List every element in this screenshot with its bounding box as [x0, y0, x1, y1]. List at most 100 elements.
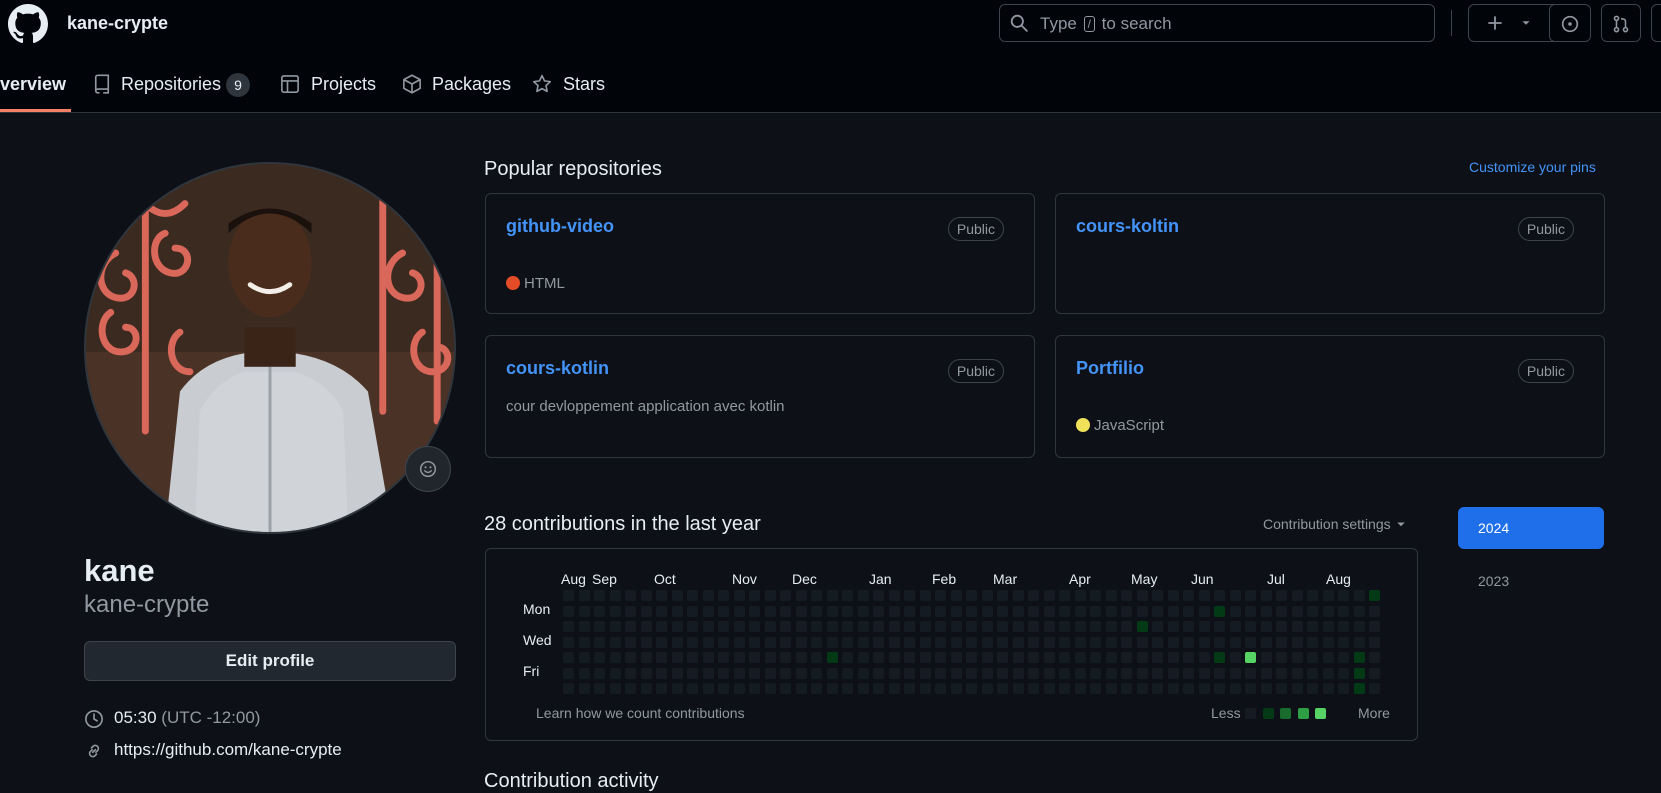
contribution-day-cell[interactable]	[764, 605, 776, 617]
contribution-day-cell[interactable]	[780, 621, 791, 632]
contribution-day-cell[interactable]	[609, 590, 621, 601]
contribution-day-cell[interactable]	[1043, 605, 1055, 617]
contribution-day-cell[interactable]	[1183, 621, 1194, 632]
contribution-day-cell[interactable]	[1307, 683, 1318, 694]
contribution-day-cell[interactable]	[625, 652, 636, 663]
contribution-day-cell[interactable]	[718, 652, 729, 663]
contribution-day-cell[interactable]	[1059, 590, 1070, 601]
contribution-day-cell[interactable]	[826, 605, 838, 617]
contribution-day-cell[interactable]	[981, 590, 993, 601]
contribution-day-cell[interactable]	[795, 683, 807, 694]
contribution-day-cell[interactable]	[1198, 590, 1210, 601]
contribution-day-cell[interactable]	[656, 636, 667, 648]
contribution-day-cell[interactable]	[1291, 683, 1303, 694]
contribution-day-cell[interactable]	[1043, 590, 1055, 601]
tab-packages[interactable]: Packages	[402, 60, 512, 112]
contribution-day-cell[interactable]	[749, 590, 760, 601]
contribution-day-cell[interactable]	[594, 636, 605, 648]
contribution-day-cell[interactable]	[1043, 683, 1055, 694]
contribution-day-cell[interactable]	[795, 636, 807, 648]
contribution-day-cell[interactable]	[1090, 652, 1101, 663]
contribution-day-cell[interactable]	[625, 605, 636, 617]
contribution-day-cell[interactable]	[935, 621, 946, 632]
contribution-day-cell[interactable]	[1260, 605, 1272, 617]
contribution-day-cell[interactable]	[1136, 590, 1148, 601]
contribution-day-cell[interactable]	[656, 621, 667, 632]
contribution-day-cell[interactable]	[981, 605, 993, 617]
contribution-day-cell[interactable]	[1012, 652, 1024, 663]
contribution-day-cell[interactable]	[609, 621, 621, 632]
year-2024-button[interactable]: 2024	[1458, 507, 1604, 549]
contribution-day-cell[interactable]	[733, 636, 745, 648]
contribution-day-cell[interactable]	[1214, 636, 1225, 648]
contribution-day-cell[interactable]	[1229, 605, 1241, 617]
contribution-day-cell[interactable]	[1090, 636, 1101, 648]
contribution-day-cell[interactable]	[1245, 605, 1256, 617]
contribution-day-cell[interactable]	[919, 605, 931, 617]
contribution-day-cell[interactable]	[780, 683, 791, 694]
contribution-day-cell[interactable]	[826, 683, 838, 694]
contribution-day-cell[interactable]	[1338, 683, 1349, 694]
contribution-day-cell[interactable]	[1136, 652, 1148, 663]
contribution-day-cell[interactable]	[1136, 683, 1148, 694]
contribution-day-cell[interactable]	[1028, 683, 1039, 694]
contribution-day-cell[interactable]	[950, 621, 962, 632]
contribution-day-cell[interactable]	[625, 590, 636, 601]
contribution-day-cell[interactable]	[1369, 652, 1380, 663]
avatar[interactable]	[84, 162, 456, 534]
contribution-day-cell[interactable]	[656, 605, 667, 617]
contribution-day-cell[interactable]	[1369, 621, 1380, 632]
inbox-button[interactable]	[1651, 4, 1661, 42]
contribution-day-cell[interactable]	[1136, 605, 1148, 617]
contribution-day-cell[interactable]	[1307, 636, 1318, 648]
contribution-day-cell[interactable]	[640, 590, 652, 601]
contribution-day-cell[interactable]	[795, 667, 807, 679]
contribution-day-cell[interactable]	[1059, 621, 1070, 632]
contribution-day-cell[interactable]	[1074, 621, 1086, 632]
contribution-day-cell[interactable]	[1183, 636, 1194, 648]
set-status-button[interactable]	[405, 446, 451, 492]
contribution-day-cell[interactable]	[1276, 605, 1287, 617]
contribution-day-cell[interactable]	[997, 590, 1008, 601]
contribution-day-cell[interactable]	[966, 683, 977, 694]
contribution-day-cell[interactable]	[1276, 652, 1287, 663]
contribution-day-cell[interactable]	[718, 667, 729, 679]
contribution-day-cell[interactable]	[749, 667, 760, 679]
contribution-day-cell[interactable]	[1245, 652, 1256, 663]
contribution-day-cell[interactable]	[1322, 636, 1334, 648]
contribution-day-cell[interactable]	[888, 683, 900, 694]
contribution-day-cell[interactable]	[687, 590, 698, 601]
contribution-day-cell[interactable]	[1291, 667, 1303, 679]
contribution-day-cell[interactable]	[935, 683, 946, 694]
contribution-day-cell[interactable]	[826, 636, 838, 648]
contribution-day-cell[interactable]	[1214, 621, 1225, 632]
contribution-day-cell[interactable]	[966, 667, 977, 679]
contribution-day-cell[interactable]	[935, 636, 946, 648]
contribution-day-cell[interactable]	[857, 621, 869, 632]
contribution-day-cell[interactable]	[1338, 590, 1349, 601]
contribution-day-cell[interactable]	[950, 683, 962, 694]
contribution-day-cell[interactable]	[1043, 667, 1055, 679]
contribution-day-cell[interactable]	[764, 636, 776, 648]
contribution-day-cell[interactable]	[842, 621, 853, 632]
contribution-day-cell[interactable]	[764, 667, 776, 679]
contribution-day-cell[interactable]	[1369, 590, 1380, 601]
contribution-day-cell[interactable]	[1229, 590, 1241, 601]
contribution-day-cell[interactable]	[687, 636, 698, 648]
contribution-day-cell[interactable]	[1198, 621, 1210, 632]
contribution-day-cell[interactable]	[888, 590, 900, 601]
contribution-day-cell[interactable]	[935, 652, 946, 663]
contribution-day-cell[interactable]	[625, 667, 636, 679]
contribution-day-cell[interactable]	[966, 590, 977, 601]
contribution-day-cell[interactable]	[1074, 683, 1086, 694]
contribution-day-cell[interactable]	[563, 621, 574, 632]
contribution-day-cell[interactable]	[1245, 636, 1256, 648]
contribution-day-cell[interactable]	[563, 605, 574, 617]
contribution-day-cell[interactable]	[1043, 652, 1055, 663]
contribution-day-cell[interactable]	[795, 605, 807, 617]
contribution-day-cell[interactable]	[842, 683, 853, 694]
contribution-day-cell[interactable]	[966, 636, 977, 648]
edit-profile-button[interactable]: Edit profile	[84, 641, 456, 681]
contribution-day-cell[interactable]	[1012, 636, 1024, 648]
contribution-day-cell[interactable]	[594, 621, 605, 632]
